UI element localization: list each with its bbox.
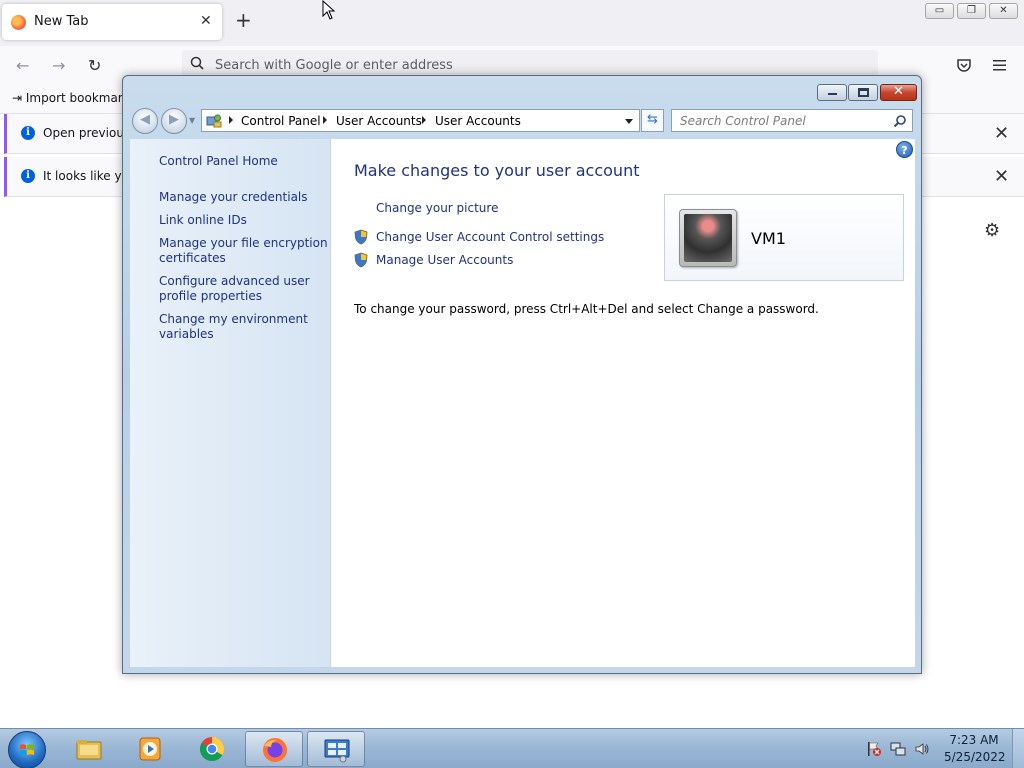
help-icon[interactable]: ? <box>896 141 913 158</box>
breadcrumb-separator-icon[interactable] <box>229 116 233 124</box>
reload-icon[interactable]: ↻ <box>88 56 101 75</box>
taskbar-windows-explorer[interactable] <box>60 731 118 767</box>
taskbar-media-player[interactable] <box>121 731 179 767</box>
tab-title: New Tab <box>34 14 89 29</box>
task-control-panel-home[interactable]: Control Panel Home <box>159 154 329 169</box>
menu-icon[interactable] <box>992 58 1007 72</box>
start-button[interactable] <box>8 731 46 768</box>
chrome-icon <box>199 737 225 762</box>
control-panel-icon <box>324 739 350 763</box>
network-icon[interactable] <box>890 741 906 757</box>
tasks-pane: Control Panel Home Manage your credentia… <box>130 139 331 667</box>
firefox-minimize-button[interactable]: ▭ <box>925 3 954 19</box>
change-uac-settings-link[interactable]: Change User Account Control settings <box>376 230 604 244</box>
forward-arrow-icon: ▶ <box>169 112 179 127</box>
search-icon <box>190 56 204 70</box>
maximize-button[interactable] <box>848 84 878 101</box>
refresh-button[interactable]: ⇆ <box>641 109 664 132</box>
import-bookmarks-label: Import bookmark <box>25 91 130 105</box>
chevron-down-icon[interactable] <box>625 119 633 124</box>
forward-icon[interactable]: → <box>52 56 65 75</box>
volume-icon[interactable] <box>914 741 930 757</box>
mouse-cursor-icon <box>322 0 336 20</box>
gear-icon[interactable]: ⚙ <box>984 220 1000 241</box>
taskbar-chrome[interactable] <box>183 731 241 767</box>
password-note: To change your password, press Ctrl+Alt+… <box>354 302 819 316</box>
change-picture-link[interactable]: Change your picture <box>376 201 498 215</box>
folder-icon <box>76 740 102 760</box>
firefox-close-button[interactable]: ✕ <box>989 3 1018 19</box>
show-desktop-button[interactable] <box>1012 729 1024 768</box>
windows-logo-icon <box>20 744 34 755</box>
user-picture <box>684 214 732 262</box>
firefox-icon <box>263 738 287 762</box>
action-center-flag-icon[interactable] <box>866 741 882 757</box>
tab-new-tab[interactable]: New Tab ✕ <box>2 4 222 40</box>
content-pane: ? Make changes to your user account Chan… <box>331 139 915 667</box>
clock-date[interactable]: 5/25/2022 <box>944 750 1006 764</box>
restore-icon: ❐ <box>967 5 976 16</box>
control-panel-icon <box>206 114 222 128</box>
refresh-icon: ⇆ <box>647 112 658 127</box>
back-arrow-icon: ◀ <box>140 112 150 127</box>
maximize-icon <box>858 88 869 97</box>
task-manage-encryption-certificates[interactable]: Manage your file encryption certificates <box>159 236 329 266</box>
breadcrumb-control-panel[interactable]: Control Panel <box>241 114 321 128</box>
task-configure-profile-properties[interactable]: Configure advanced user profile properti… <box>159 274 329 304</box>
close-button[interactable]: ✕ <box>880 84 917 101</box>
firefox-tab-icon <box>11 15 26 30</box>
import-icon: ⇥ <box>12 91 26 105</box>
control-panel-window: ✕ ◀ ▶ ▼ Control Panel User Accounts User… <box>122 75 922 674</box>
taskbar-firefox[interactable] <box>245 731 303 767</box>
info-icon: i <box>21 126 35 140</box>
clock-time[interactable]: 7:23 AM <box>944 733 1004 747</box>
address-bar[interactable]: Control Panel User Accounts User Account… <box>201 109 640 132</box>
task-link-online-ids[interactable]: Link online IDs <box>159 213 329 228</box>
notification-text: Open previous <box>43 126 131 140</box>
new-tab-button[interactable]: + <box>235 10 252 30</box>
close-icon: ✕ <box>999 5 1008 16</box>
forward-button[interactable]: ▶ <box>161 108 187 134</box>
info-icon: i <box>21 169 35 183</box>
firefox-tab-bar: New Tab ✕ + ▭ ❐ ✕ <box>0 0 1024 46</box>
breadcrumb-user-accounts[interactable]: User Accounts <box>336 114 422 128</box>
user-account-card: VM1 <box>664 194 904 281</box>
recent-pages-dropdown-icon[interactable]: ▼ <box>189 116 195 125</box>
user-name: VM1 <box>751 229 786 248</box>
breadcrumb-separator-icon[interactable] <box>323 116 327 124</box>
uac-shield-icon <box>354 252 368 268</box>
media-player-icon <box>139 737 161 761</box>
search-icon[interactable] <box>893 114 907 128</box>
search-input[interactable]: Search Control Panel <box>671 109 913 132</box>
close-icon: ✕ <box>893 84 904 99</box>
page-title: Make changes to your user account <box>354 161 640 180</box>
tab-close-icon[interactable]: ✕ <box>200 13 212 29</box>
taskbar-control-panel[interactable] <box>307 731 365 767</box>
task-manage-credentials[interactable]: Manage your credentials <box>159 190 329 205</box>
avatar[interactable] <box>679 209 737 267</box>
manage-user-accounts-link[interactable]: Manage User Accounts <box>376 253 513 267</box>
taskbar: 7:23 AM 5/25/2022 <box>0 728 1024 768</box>
back-button[interactable]: ◀ <box>132 108 158 134</box>
notification-area <box>862 739 932 759</box>
import-bookmarks-link[interactable]: ⇥ Import bookmark <box>12 91 130 105</box>
uac-shield-icon <box>354 229 368 245</box>
notification-close-icon[interactable]: ✕ <box>994 123 1009 144</box>
notification-close-icon[interactable]: ✕ <box>994 166 1009 187</box>
minimize-icon <box>828 93 837 95</box>
pocket-icon[interactable] <box>956 57 972 73</box>
minimize-icon: ▭ <box>934 5 945 16</box>
minimize-button[interactable] <box>817 84 847 101</box>
back-icon[interactable]: ← <box>16 56 29 75</box>
task-change-environment-variables[interactable]: Change my environment variables <box>159 312 329 342</box>
url-placeholder: Search with Google or enter address <box>215 58 453 73</box>
firefox-restore-button[interactable]: ❐ <box>957 3 986 19</box>
breadcrumb-separator-icon[interactable] <box>422 116 426 124</box>
search-placeholder: Search Control Panel <box>680 114 806 128</box>
breadcrumb-user-accounts-current[interactable]: User Accounts <box>435 114 521 128</box>
